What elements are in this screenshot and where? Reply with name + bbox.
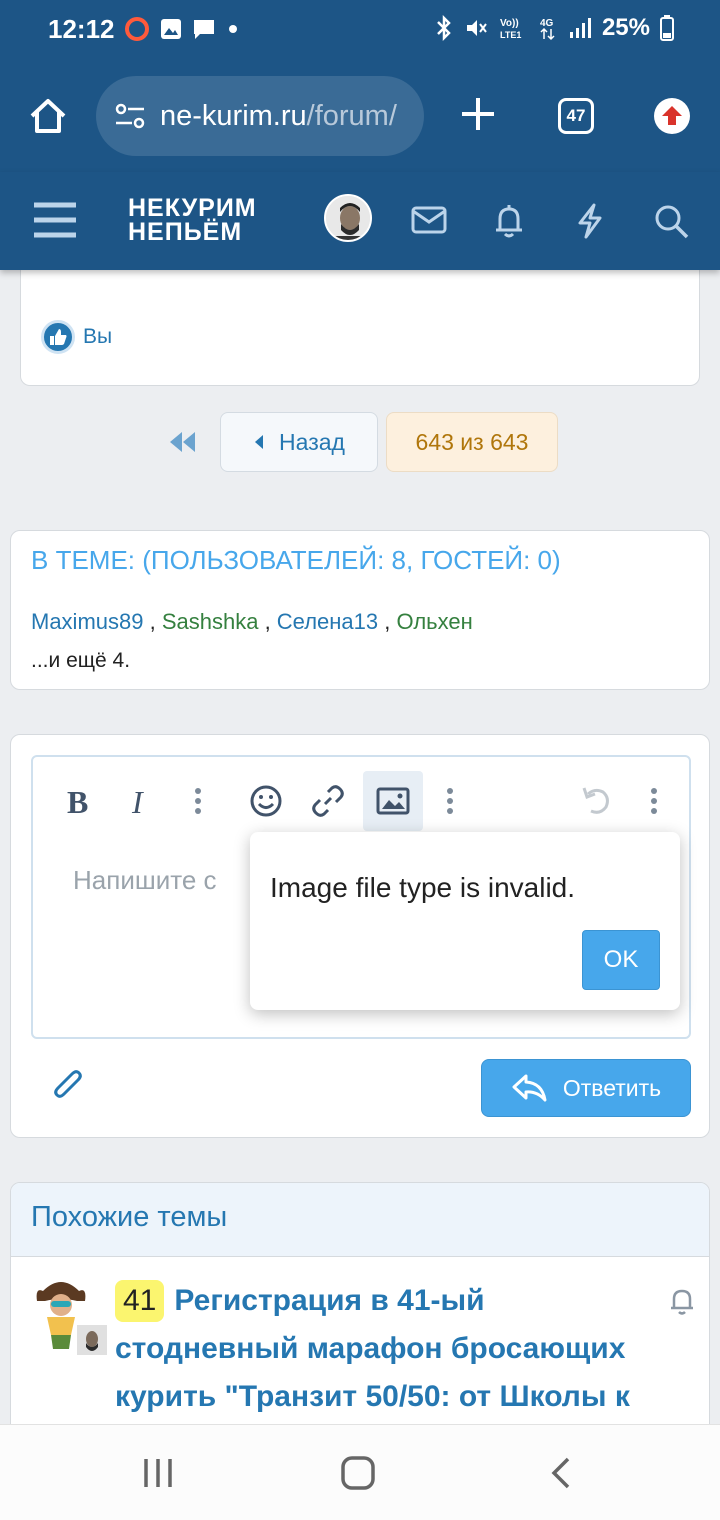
site-header: НЕКУРИМ НЕПЬЁМ	[0, 172, 720, 270]
menu-icon[interactable]	[32, 200, 78, 240]
system-icons: Vo)) LTE1 4G 25%	[434, 14, 674, 42]
reactions-bar[interactable]: Вы	[41, 320, 112, 354]
recent-apps-icon[interactable]	[140, 1455, 176, 1491]
online-user[interactable]: Ольхен	[396, 609, 472, 634]
address-bar[interactable]: ne-kurim.ru/forum/	[96, 76, 424, 156]
thread-prefix-badge: 41	[115, 1280, 165, 1322]
svg-text:I: I	[131, 785, 144, 817]
4g-icon: 4G	[540, 18, 555, 41]
logo-line-1: НЕКУРИМ	[128, 194, 257, 222]
tab-switcher[interactable]: 47	[558, 98, 594, 134]
more-insert-button[interactable]	[435, 771, 465, 831]
svg-text:LTE1: LTE1	[500, 30, 521, 40]
update-icon[interactable]	[654, 98, 690, 134]
status-time: 12:12	[48, 14, 115, 44]
attach-icon[interactable]	[51, 1067, 85, 1105]
online-user[interactable]: Maximus89	[31, 609, 143, 634]
url-path: /forum/	[306, 99, 397, 132]
online-more-text: ...и ещё 4.	[31, 649, 131, 672]
previous-page-label: Назад	[279, 428, 345, 455]
more-vertical-icon	[195, 788, 201, 814]
emoji-button[interactable]	[243, 771, 289, 831]
more-format-button[interactable]	[183, 771, 213, 831]
undo-icon	[582, 787, 609, 814]
online-user[interactable]: Селена13	[277, 609, 378, 634]
alert-dialog: Image file type is invalid. OK	[250, 832, 680, 1010]
alert-message: Image file type is invalid.	[270, 872, 576, 903]
inbox-icon[interactable]	[410, 202, 448, 238]
pagination: Назад 643 из 643	[0, 412, 720, 474]
online-users-block: В ТЕМЕ: (ПОЛЬЗОВАТЕЛЕЙ: 8, ГОСТЕЙ: 0) Ma…	[10, 530, 710, 690]
bold-icon: B	[67, 785, 88, 817]
site-logo[interactable]: НЕКУРИМ НЕПЬЁМ	[128, 194, 257, 246]
link-icon	[312, 785, 344, 817]
watch-bell-icon[interactable]	[667, 1285, 697, 1317]
previous-page-button[interactable]: Назад	[220, 412, 378, 472]
online-user[interactable]: Sashshka	[162, 609, 259, 634]
reply-label: Ответить	[562, 1074, 662, 1101]
bell-icon[interactable]	[490, 202, 528, 240]
browser-toolbar: ne-kurim.ru/forum/ 47	[0, 60, 720, 172]
image-button[interactable]	[363, 771, 423, 831]
editor-placeholder: Напишите с	[73, 865, 217, 895]
user-separator: ,	[258, 609, 277, 634]
thread-title-text: Регистрация в 41-ый стодневный марафон б…	[115, 1284, 630, 1413]
svg-text:B: B	[67, 785, 88, 817]
message-icon	[194, 20, 214, 39]
bluetooth-icon	[437, 15, 451, 41]
reply-button[interactable]: Ответить	[481, 1059, 691, 1117]
url-domain: ne-kurim.ru	[160, 99, 307, 132]
gallery-icon	[161, 19, 181, 39]
back-nav-icon[interactable]	[544, 1455, 580, 1491]
system-nav-bar	[0, 1424, 720, 1520]
similar-threads-header: Похожие темы	[11, 1183, 709, 1257]
volte-icon: Vo))LTE1	[500, 18, 521, 40]
online-users-list: Maximus89 , Sashshka , Селена13 , Ольхен	[31, 609, 473, 635]
similar-threads-title: Похожие темы	[31, 1201, 228, 1233]
similar-threads-block: Похожие темы 41 Регистрация в 41-ый стодн…	[10, 1182, 710, 1442]
user-separator: ,	[378, 609, 397, 634]
reply-icon	[512, 1074, 547, 1102]
notification-icons	[124, 16, 240, 42]
battery-percent: 25%	[601, 14, 650, 41]
more-vertical-icon	[447, 788, 453, 814]
dot-icon	[229, 25, 237, 33]
undo-button[interactable]	[573, 771, 619, 831]
first-page-icon[interactable]	[166, 430, 198, 454]
link-button[interactable]	[305, 771, 351, 831]
smiley-icon	[250, 785, 282, 817]
like-icon	[41, 320, 75, 354]
lightning-icon[interactable]	[572, 202, 608, 240]
last-poster-avatar[interactable]	[75, 1323, 109, 1357]
reaction-label: Вы	[83, 325, 113, 348]
page-selector[interactable]: 643 из 643	[386, 412, 558, 472]
italic-button[interactable]: I	[121, 771, 161, 831]
more-vertical-icon	[651, 788, 657, 814]
search-icon[interactable]	[652, 202, 690, 240]
italic-icon: I	[131, 785, 144, 817]
svg-text:Vo)): Vo))	[500, 18, 519, 29]
ok-button[interactable]: OK	[582, 930, 660, 990]
new-tab-icon[interactable]	[458, 94, 498, 134]
user-separator: ,	[143, 609, 162, 634]
online-users-title: В ТЕМЕ: (ПОЛЬЗОВАТЕЛЕЙ: 8, ГОСТЕЙ: 0)	[31, 545, 561, 575]
more-options-button[interactable]	[639, 771, 669, 831]
record-icon	[125, 17, 149, 41]
thread-title[interactable]: 41 Регистрация в 41-ый стодневный марафон…	[115, 1277, 675, 1421]
status-bar: 12:12 Vo)) LTE1 4G 25%	[0, 0, 720, 60]
site-settings-icon[interactable]	[114, 101, 146, 131]
home-nav-icon[interactable]	[340, 1455, 376, 1491]
logo-line-2: НЕПЬЁМ	[128, 218, 243, 246]
battery-icon	[660, 15, 674, 41]
signal-icon	[569, 18, 591, 38]
image-icon	[376, 787, 410, 815]
bold-button[interactable]: B	[59, 771, 99, 831]
user-avatar[interactable]	[324, 194, 372, 242]
caret-left-icon	[255, 435, 264, 449]
mute-icon	[466, 20, 487, 36]
home-icon[interactable]	[28, 96, 68, 136]
svg-text:4G: 4G	[540, 18, 554, 29]
editor-toolbar: B I	[33, 757, 689, 835]
